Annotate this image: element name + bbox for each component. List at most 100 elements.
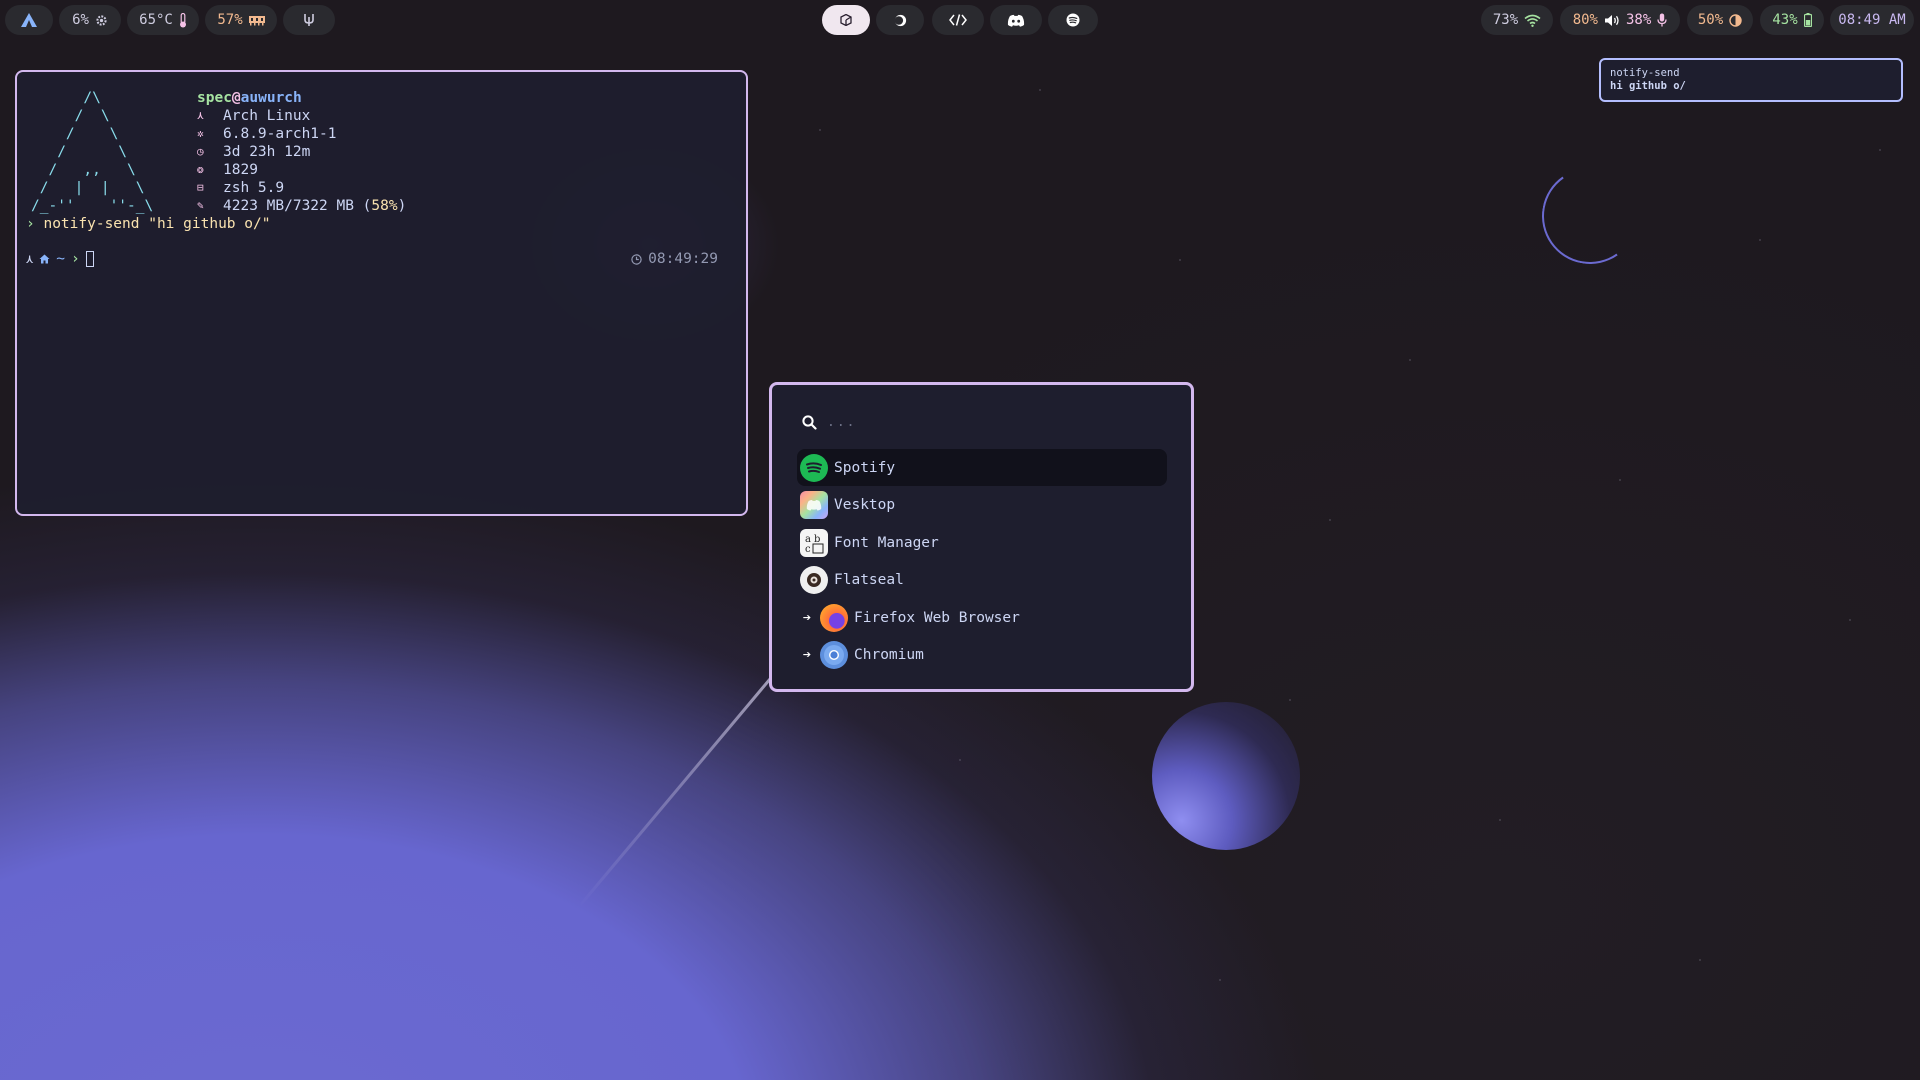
clock-text: 08:49 AM [1838, 12, 1906, 28]
launcher-entry-label: Flatseal [834, 572, 904, 588]
launcher-results: Spotify Vesktop abc Font Manager Flatsea… [797, 449, 1167, 674]
half-moon-icon [894, 14, 907, 27]
notification-app-name: notify-send [1610, 67, 1680, 79]
launcher-entry-font-manager[interactable]: abc Font Manager [797, 524, 1167, 561]
workspace-4-button[interactable] [990, 5, 1042, 35]
kernel-icon: ✲ [197, 127, 204, 140]
workspace-5-button[interactable] [1048, 5, 1098, 35]
battery-widget[interactable]: 43% [1760, 5, 1824, 35]
battery-value: 43% [1772, 12, 1798, 28]
launcher-entry-vesktop[interactable]: Vesktop [797, 487, 1167, 524]
launcher-entry-firefox[interactable]: ➔ Firefox Web Browser [797, 599, 1167, 636]
uptime-icon: ◷ [197, 145, 204, 158]
discord-icon [1007, 14, 1025, 27]
fetch-user: spec [197, 90, 232, 106]
spotify-app-icon [800, 453, 828, 482]
thermometer-icon [179, 12, 187, 28]
pinned-icon [302, 13, 316, 27]
launcher-entry-chromium[interactable]: ➔ Chromium [797, 637, 1167, 674]
svg-text:b: b [814, 534, 820, 545]
terminal-window[interactable]: /\ / \ / \ / \ / ,, \ / | | \ /_-'' ''-_… [15, 70, 748, 516]
gear-icon [95, 14, 108, 27]
arrow-right-icon: ➔ [802, 609, 812, 626]
memory-widget[interactable]: 57% [205, 5, 277, 35]
battery-icon [1803, 13, 1812, 27]
search-placeholder: ... [827, 415, 857, 430]
fetch-memory-used: 4223 MB/7322 MB ( [223, 198, 372, 214]
chromium-app-icon [820, 641, 848, 669]
command-history-line: › notify-send "hi github o/" [26, 215, 270, 233]
home-icon [39, 254, 50, 264]
launcher-entry-label: Chromium [854, 647, 924, 663]
launcher-entry-label: Firefox Web Browser [854, 609, 1020, 626]
prompt-cwd: ~ [56, 251, 65, 267]
fetch-host: auwurch [240, 90, 302, 106]
fetch-uptime: 3d 23h 12m [223, 144, 311, 160]
memory-icon [248, 15, 265, 26]
text-cursor [85, 251, 94, 267]
prompt-arrow: › [26, 216, 35, 232]
notification-popup[interactable]: notify-send hi github o/ [1599, 58, 1903, 102]
arch-launcher-button[interactable] [5, 5, 53, 35]
fetch-uptime-row: ◷ 3d 23h 12m [197, 143, 406, 161]
cube-icon [840, 14, 852, 26]
wifi-value: 73% [1492, 12, 1519, 28]
launcher-entry-label: Vesktop [834, 497, 896, 513]
fetch-shell-row: ⊟ zsh 5.9 [197, 179, 406, 197]
launcher-search[interactable]: ... [802, 415, 856, 430]
fetch-kernel-row: ✲ 6.8.9-arch1-1 [197, 125, 406, 143]
fetch-memory-row: ✎ 4223 MB/7322 MB (58%) [197, 197, 406, 215]
notification-body: hi github o/ [1610, 80, 1686, 92]
arch-logo-icon [21, 13, 37, 27]
top-bar: 6% 65°C 57% 73% 80% 38% 50% 43% 08:49 AM [0, 0, 1920, 40]
memory-value: 57% [217, 12, 243, 28]
fetch-os-row: ⋏ Arch Linux [197, 107, 406, 125]
fetch-memory-percent: 58% [371, 198, 398, 214]
prompt-time-text: 08:49:29 [648, 251, 718, 267]
speaker-icon [1604, 14, 1620, 27]
brightness-value: 50% [1697, 12, 1724, 28]
shell-prompt[interactable]: ⋏ ~ › [26, 250, 94, 268]
fetch-shell: zsh 5.9 [223, 180, 285, 196]
wifi-widget[interactable]: 73% [1481, 5, 1553, 35]
memory-stick-icon: ✎ [197, 199, 204, 212]
audio-widget[interactable]: 80% 38% [1560, 5, 1680, 35]
arch-icon: ⋏ [197, 109, 204, 122]
flatseal-app-icon [800, 566, 828, 594]
fastfetch-info: spec @ auwurch ⋏ Arch Linux ✲ 6.8.9-arch1-… [197, 89, 406, 215]
launcher-entry-flatseal[interactable]: Flatseal [797, 562, 1167, 599]
vesktop-app-icon [800, 491, 828, 519]
wifi-icon [1524, 14, 1541, 27]
temperature-value: 65°C [139, 12, 173, 28]
microphone-icon [1657, 13, 1667, 27]
clock-icon [631, 253, 642, 265]
fetch-packages: 1829 [223, 162, 258, 178]
workspace-1-button[interactable] [822, 5, 870, 35]
command-text: notify-send "hi github o/" [43, 216, 271, 232]
code-icon [949, 14, 967, 26]
svg-text:c: c [805, 544, 811, 555]
launcher-entry-label: Spotify [834, 459, 896, 476]
brightness-widget[interactable]: 50% [1687, 5, 1753, 35]
pinned-widget[interactable] [283, 5, 335, 35]
fetch-memory-close: ) [397, 198, 407, 214]
workspace-2-button[interactable] [876, 5, 924, 35]
workspace-3-button[interactable] [932, 5, 984, 35]
cpu-widget[interactable]: 6% [59, 5, 121, 35]
clock-widget[interactable]: 08:49 AM [1830, 5, 1914, 35]
temperature-widget[interactable]: 65°C [127, 5, 199, 35]
wallpaper-planet [1152, 702, 1300, 850]
fetch-user-host: spec @ auwurch [197, 89, 406, 107]
font-manager-app-icon: abc [800, 528, 828, 557]
arrow-right-icon: ➔ [802, 647, 812, 663]
prompt-arrow-2: › [70, 251, 80, 267]
fetch-os: Arch Linux [223, 108, 311, 124]
shell-icon: ⊟ [197, 181, 204, 194]
fetch-kernel: 6.8.9-arch1-1 [223, 126, 337, 142]
launcher-entry-spotify[interactable]: Spotify [797, 449, 1167, 486]
launcher-entry-label: Font Manager [834, 534, 939, 551]
cpu-value: 6% [72, 12, 89, 28]
volume-value: 80% [1572, 12, 1598, 28]
fetch-packages-row: ❂ 1829 [197, 161, 406, 179]
firefox-app-icon [820, 603, 848, 632]
